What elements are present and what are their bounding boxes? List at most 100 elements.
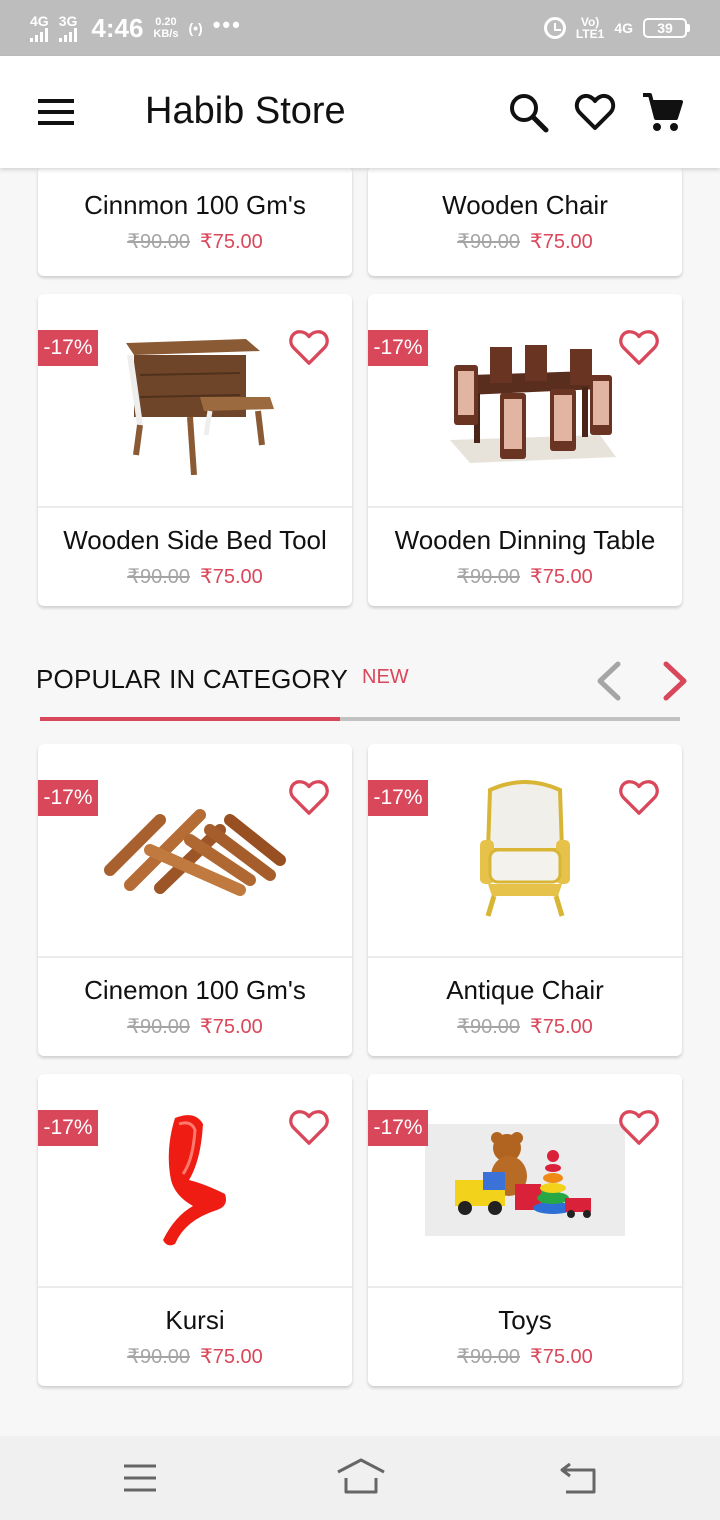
product-prices: ₹90.00 ₹75.00 xyxy=(127,1014,263,1039)
search-icon[interactable] xyxy=(506,90,550,134)
recent-apps-icon[interactable] xyxy=(118,1458,162,1498)
discount-badge: -17% xyxy=(38,330,98,366)
product-name: Wooden Dinning Table xyxy=(394,525,656,555)
discount-badge: -17% xyxy=(368,780,428,816)
bed-stool-image xyxy=(126,339,274,475)
old-price: ₹90.00 xyxy=(127,566,190,588)
menu-icon[interactable] xyxy=(38,99,74,125)
heart-icon[interactable] xyxy=(573,90,617,134)
signal-bars-icon xyxy=(58,28,77,42)
network-4g-indicator: 4G xyxy=(30,14,49,42)
sale-price: ₹75.00 xyxy=(200,1016,263,1038)
hotspot-icon: (•) xyxy=(188,20,203,36)
discount-badge: -17% xyxy=(368,1110,428,1146)
app-title: Habib Store xyxy=(145,90,346,132)
section-tag-new[interactable]: NEW xyxy=(362,666,409,689)
network-label: 3G xyxy=(58,13,78,29)
battery-icon: 39 xyxy=(643,18,690,38)
discount-badge: -17% xyxy=(38,780,98,816)
toys-image xyxy=(425,1124,625,1236)
sale-price: ₹75.00 xyxy=(200,1346,263,1368)
network-4g-label: 4G xyxy=(614,20,633,36)
status-right: Vo) LTE1 4G 39 xyxy=(543,16,690,40)
product-card[interactable]: -17% Toys ₹90.00 ₹75.00 xyxy=(368,1074,682,1386)
old-price: ₹90.00 xyxy=(127,1016,190,1038)
product-info: Kursi ₹90.00 ₹75.00 xyxy=(38,1288,352,1386)
wishlist-heart-icon[interactable] xyxy=(618,328,660,366)
volte-indicator: Vo) LTE1 xyxy=(576,16,604,40)
product-info: Wooden Chair ₹90.00 ₹75.00 xyxy=(368,168,682,274)
speed-unit: KB/s xyxy=(153,28,179,40)
product-card[interactable]: -17% Wooden Side Bed Tool ₹90.00 ₹75.00 xyxy=(38,294,352,606)
app-bar: Habib Store xyxy=(0,56,720,168)
product-image-area: -17% xyxy=(368,294,682,508)
discount-badge: -17% xyxy=(38,1110,98,1146)
content-scroll[interactable]: Cinnmon 100 Gm's ₹90.00 ₹75.00 Wooden Cha… xyxy=(0,168,720,1436)
status-left: 4G 3G 4:46 0.20 KB/s (•) ••• xyxy=(30,12,242,44)
sale-price: ₹75.00 xyxy=(530,1016,593,1038)
product-name: Wooden Side Bed Tool xyxy=(63,525,327,555)
old-price: ₹90.00 xyxy=(127,1346,190,1368)
product-name: Wooden Chair xyxy=(442,190,608,220)
old-price: ₹90.00 xyxy=(457,231,520,253)
section-title: POPULAR IN CATEGORY xyxy=(36,664,349,694)
network-speed: 0.20 KB/s xyxy=(153,16,178,40)
product-image-area: -17% xyxy=(368,1074,682,1288)
signal-bars-icon xyxy=(30,28,48,42)
wishlist-heart-icon[interactable] xyxy=(288,328,330,366)
sale-price: ₹75.00 xyxy=(530,231,593,253)
status-bar: 4G 3G 4:46 0.20 KB/s (•) ••• Vo) LTE1 4G… xyxy=(0,0,720,56)
product-prices: ₹90.00 ₹75.00 xyxy=(127,229,263,254)
product-card[interactable]: -17% Kursi ₹90.00 ₹75.00 xyxy=(38,1074,352,1386)
cinnamon-image xyxy=(104,809,286,896)
product-prices: ₹90.00 ₹75.00 xyxy=(457,1014,593,1039)
wishlist-heart-icon[interactable] xyxy=(288,778,330,816)
cart-icon[interactable] xyxy=(640,90,684,134)
product-image-area: -17% xyxy=(38,294,352,508)
system-nav-bar xyxy=(0,1436,720,1520)
chevron-right-icon[interactable] xyxy=(658,658,692,704)
wishlist-heart-icon[interactable] xyxy=(618,778,660,816)
old-price: ₹90.00 xyxy=(457,1016,520,1038)
product-name: Antique Chair xyxy=(446,975,604,1005)
discount-badge: -17% xyxy=(368,330,428,366)
product-card[interactable]: Wooden Chair ₹90.00 ₹75.00 xyxy=(368,168,682,276)
product-card[interactable]: Cinnmon 100 Gm's ₹90.00 ₹75.00 xyxy=(38,168,352,276)
battery-level: 39 xyxy=(643,18,687,38)
product-name: Cinemon 100 Gm's xyxy=(84,975,306,1005)
product-image-area: -17% xyxy=(38,744,352,958)
sale-price: ₹75.00 xyxy=(530,1346,593,1368)
wishlist-heart-icon[interactable] xyxy=(288,1108,330,1146)
product-card[interactable]: -17% Cinemon 100 Gm's ₹90.00 ₹75.00 xyxy=(38,744,352,1056)
product-info: Toys ₹90.00 ₹75.00 xyxy=(368,1288,682,1386)
dining-table-image xyxy=(450,345,616,463)
lte-label: LTE1 xyxy=(575,27,605,41)
wishlist-heart-icon[interactable] xyxy=(618,1108,660,1146)
product-info: Cinnmon 100 Gm's ₹90.00 ₹75.00 xyxy=(38,168,352,274)
product-info: Wooden Dinning Table ₹90.00 ₹75.00 xyxy=(368,508,682,606)
product-prices: ₹90.00 ₹75.00 xyxy=(127,564,263,589)
product-name: Kursi xyxy=(165,1305,225,1335)
red-chair-image xyxy=(163,1115,226,1246)
alarm-icon xyxy=(543,17,566,39)
product-name: Toys xyxy=(498,1305,552,1335)
back-icon[interactable] xyxy=(556,1458,600,1498)
product-image-area: -17% xyxy=(38,1074,352,1288)
product-info: Antique Chair ₹90.00 ₹75.00 xyxy=(368,958,682,1056)
sale-price: ₹75.00 xyxy=(200,566,263,588)
product-prices: ₹90.00 ₹75.00 xyxy=(457,229,593,254)
old-price: ₹90.00 xyxy=(457,1346,520,1368)
product-prices: ₹90.00 ₹75.00 xyxy=(127,1344,263,1369)
more-notifications-icon: ••• xyxy=(212,12,242,37)
chevron-left-icon[interactable] xyxy=(592,658,626,704)
old-price: ₹90.00 xyxy=(457,566,520,588)
product-card[interactable]: -17% Antique Chair ₹90.00 ₹75.00 xyxy=(368,744,682,1056)
antique-chair-image xyxy=(480,780,570,917)
product-info: Cinemon 100 Gm's ₹90.00 ₹75.00 xyxy=(38,958,352,1056)
home-icon[interactable] xyxy=(336,1458,386,1498)
product-image-area: -17% xyxy=(368,744,682,958)
product-card[interactable]: -17% Wooden Dinning Table ₹90.00 ₹75.00 xyxy=(368,294,682,606)
clock: 4:46 xyxy=(91,12,144,43)
section-header: POPULAR IN CATEGORY NEW xyxy=(36,661,687,722)
product-info: Wooden Side Bed Tool ₹90.00 ₹75.00 xyxy=(38,508,352,606)
